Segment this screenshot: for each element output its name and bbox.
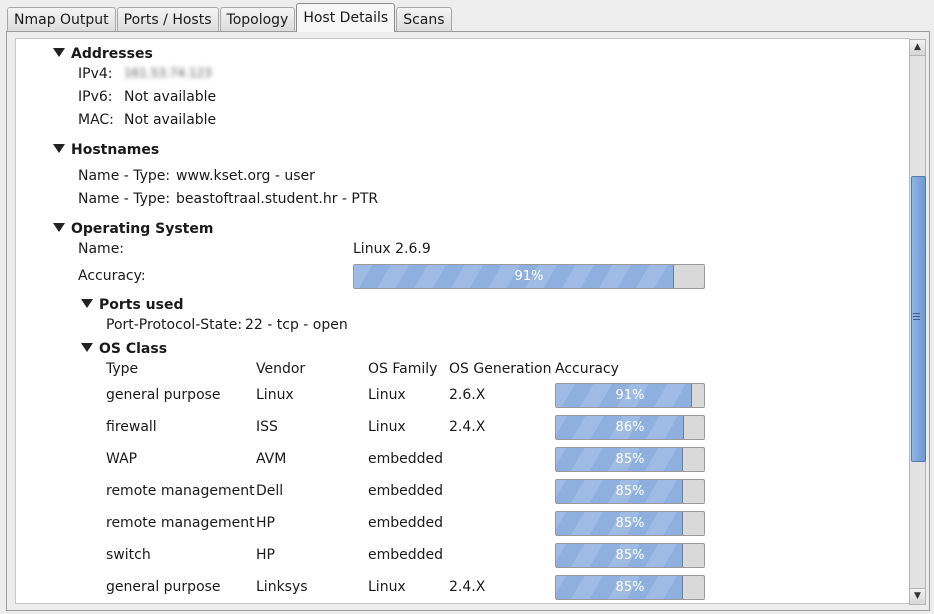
os-title: Operating System <box>71 221 214 237</box>
expander-triangle-icon <box>53 48 65 57</box>
scrollbar-grip-icon <box>913 313 920 314</box>
scroll-up-arrow-icon[interactable]: ▲ <box>910 40 925 56</box>
os-class-family: embedded <box>368 483 444 499</box>
column-header-os-generation: OS Generation <box>449 361 552 377</box>
os-class-vendor: HP <box>256 547 275 563</box>
os-class-type: general purpose <box>106 387 221 403</box>
os-class-accuracy-text: 85% <box>615 452 645 467</box>
os-class-vendor: Linksys <box>256 579 308 595</box>
addresses-expander[interactable]: Addresses <box>53 46 153 62</box>
os-class-title: OS Class <box>99 341 168 357</box>
port-protocol-state-label: Port-Protocol-State: <box>106 317 243 333</box>
scroll-down-arrow-icon[interactable]: ▼ <box>910 588 925 604</box>
hostname-value: www.kset.org - user <box>176 168 315 184</box>
port-protocol-state-value: 22 - tcp - open <box>245 317 348 333</box>
os-class-type: WAP <box>106 451 138 467</box>
os-class-family: embedded <box>368 451 444 467</box>
tab-topology[interactable]: Topology <box>219 7 296 32</box>
os-class-type: firewall <box>106 419 157 435</box>
ipv6-value: Not available <box>124 89 217 105</box>
os-expander[interactable]: Operating System <box>53 221 213 237</box>
ipv6-label: IPv6: <box>78 89 113 105</box>
os-class-accuracy-text: 85% <box>615 580 645 595</box>
os-class-accuracy-text: 85% <box>615 484 645 499</box>
tab-nmap-output[interactable]: Nmap Output <box>7 7 116 32</box>
expander-triangle-icon <box>53 144 65 153</box>
os-class-accuracy-bar: 91% <box>555 383 705 408</box>
os-class-accuracy-bar: 85% <box>555 447 705 472</box>
addresses-title: Addresses <box>71 46 153 62</box>
os-class-vendor: Dell <box>256 483 284 499</box>
os-class-vendor: ISS <box>256 419 278 435</box>
os-class-family: embedded <box>368 515 444 531</box>
hostname-label: Name - Type: <box>78 168 171 184</box>
mac-value: Not available <box>124 112 217 128</box>
os-class-accuracy-text: 86% <box>615 420 645 435</box>
os-class-expander[interactable]: OS Class <box>81 341 167 357</box>
os-class-family: Linux <box>368 579 406 595</box>
os-class-type: remote management <box>106 483 255 499</box>
os-class-accuracy-bar: 85% <box>555 511 705 536</box>
column-header-os-family: OS Family <box>368 361 438 377</box>
column-header-type: Type <box>106 361 139 377</box>
tab-bar: Nmap Output Ports / Hosts Topology Host … <box>7 3 453 32</box>
ipv4-label: IPv4: <box>78 66 113 82</box>
os-class-accuracy-text: 85% <box>615 548 645 563</box>
os-class-accuracy-bar: 86% <box>555 415 705 440</box>
os-class-accuracy-text: 91% <box>615 388 645 403</box>
hostname-value: beastoftraal.student.hr - PTR <box>176 191 379 207</box>
host-details-panel: Addresses IPv4: 161.53.74.123 IPv6: Not … <box>6 31 930 611</box>
os-accuracy-label: Accuracy: <box>78 268 146 284</box>
os-class-vendor: HP <box>256 515 275 531</box>
os-class-family: Linux <box>368 419 406 435</box>
os-class-generation: 2.4.X <box>449 419 486 435</box>
os-class-accuracy-bar: 85% <box>555 543 705 568</box>
scrollbar-grip-icon <box>913 319 920 320</box>
os-accuracy-bar: 91% <box>353 264 705 289</box>
hostnames-expander[interactable]: Hostnames <box>53 142 159 158</box>
os-class-family: Linux <box>368 387 406 403</box>
os-class-generation: 2.6.X <box>449 387 486 403</box>
host-details-content: Addresses IPv4: 161.53.74.123 IPv6: Not … <box>15 38 910 604</box>
expander-triangle-icon <box>81 343 93 352</box>
hostname-label: Name - Type: <box>78 191 171 207</box>
expander-triangle-icon <box>81 299 93 308</box>
os-class-type: remote management <box>106 515 255 531</box>
os-class-accuracy-text: 85% <box>615 516 645 531</box>
vertical-scrollbar[interactable]: ▲ ▼ <box>909 39 926 605</box>
os-class-generation: 2.4.X <box>449 579 486 595</box>
ports-used-expander[interactable]: Ports used <box>81 297 184 313</box>
mac-label: MAC: <box>78 112 114 128</box>
scrollbar-grip-icon <box>913 316 920 317</box>
expander-triangle-icon <box>53 223 65 232</box>
os-accuracy-text: 91% <box>514 269 544 284</box>
tab-ports-hosts[interactable]: Ports / Hosts <box>116 7 219 32</box>
os-name-label: Name: <box>78 241 125 257</box>
os-class-accuracy-bar: 85% <box>555 575 705 600</box>
column-header-accuracy: Accuracy <box>555 361 619 377</box>
os-class-vendor: Linux <box>256 387 294 403</box>
tab-host-details[interactable]: Host Details <box>296 3 396 32</box>
os-class-vendor: AVM <box>256 451 287 467</box>
os-name-value: Linux 2.6.9 <box>353 241 431 257</box>
os-class-type: general purpose <box>106 579 221 595</box>
hostnames-title: Hostnames <box>71 142 160 158</box>
column-header-vendor: Vendor <box>256 361 306 377</box>
ports-used-title: Ports used <box>99 297 184 313</box>
os-class-family: embedded <box>368 547 444 563</box>
ipv4-value: 161.53.74.123 <box>124 66 212 80</box>
tab-scans[interactable]: Scans <box>396 7 452 32</box>
os-class-type: switch <box>106 547 151 563</box>
os-class-accuracy-bar: 85% <box>555 479 705 504</box>
